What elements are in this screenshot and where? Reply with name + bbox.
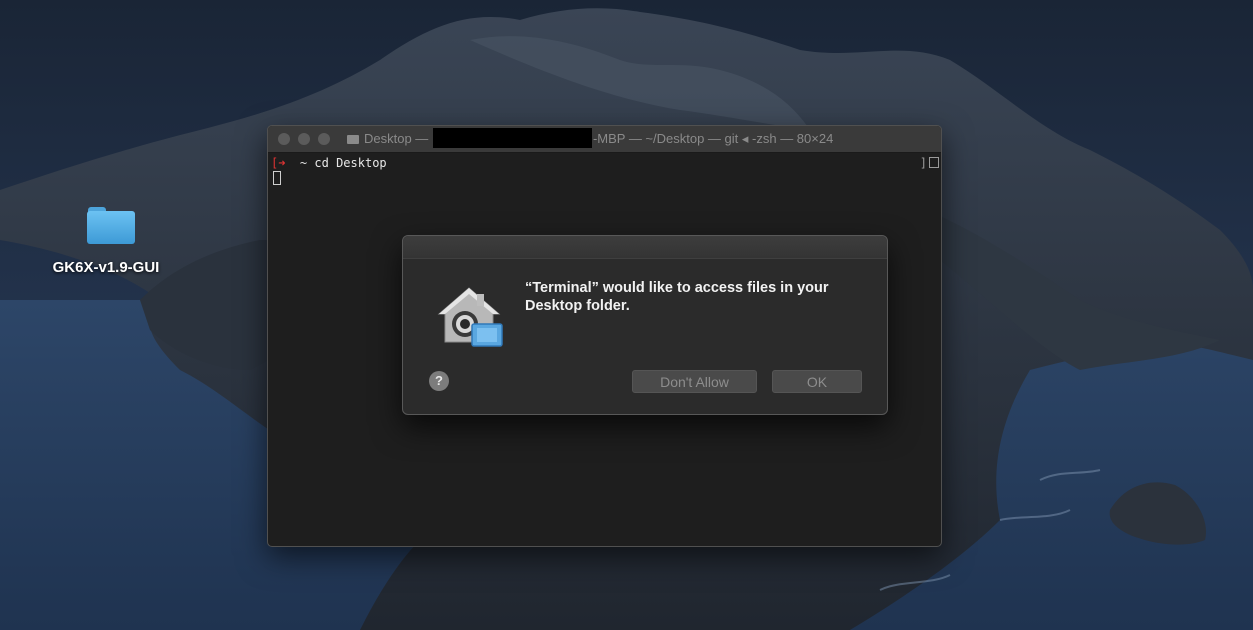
zoom-window-button[interactable]	[318, 133, 330, 145]
window-title: Desktop — -MBP — ~/Desktop — git ◂ -zsh …	[347, 126, 833, 152]
folder-icon	[87, 205, 137, 245]
title-suffix: -MBP — ~/Desktop — git ◂ -zsh — 80×24	[592, 131, 834, 146]
prompt-line: [➜ ~ cd Desktop	[271, 156, 387, 170]
close-window-button[interactable]	[278, 133, 290, 145]
scroll-bracket: ]	[919, 156, 927, 170]
privacy-security-icon	[433, 276, 505, 348]
title-prefix: Desktop —	[364, 131, 429, 146]
folder-icon	[347, 135, 359, 144]
prompt-directory: ~	[299, 156, 308, 170]
help-button[interactable]: ?	[429, 371, 449, 391]
redacted-hostname	[432, 128, 592, 148]
ok-button[interactable]: OK	[772, 370, 862, 393]
dialog-message: “Terminal” would like to access files in…	[525, 280, 829, 314]
dialog-titlebar	[403, 236, 887, 259]
scroll-marker: ]	[920, 156, 939, 170]
permission-dialog: “Terminal” would like to access files in…	[402, 235, 888, 415]
folder-label: GK6X-v1.9-GUI	[52, 259, 160, 276]
terminal-titlebar[interactable]: Desktop — -MBP — ~/Desktop — git ◂ -zsh …	[268, 126, 941, 153]
dont-allow-button[interactable]: Don't Allow	[632, 370, 757, 393]
minimize-window-button[interactable]	[298, 133, 310, 145]
sidebar-icon	[929, 157, 939, 168]
text-cursor	[273, 171, 281, 185]
desktop-folder[interactable]: GK6X-v1.9-GUI	[53, 205, 162, 276]
prompt-arrow-icon: ➜	[278, 156, 286, 170]
command-text: cd Desktop	[314, 156, 387, 170]
